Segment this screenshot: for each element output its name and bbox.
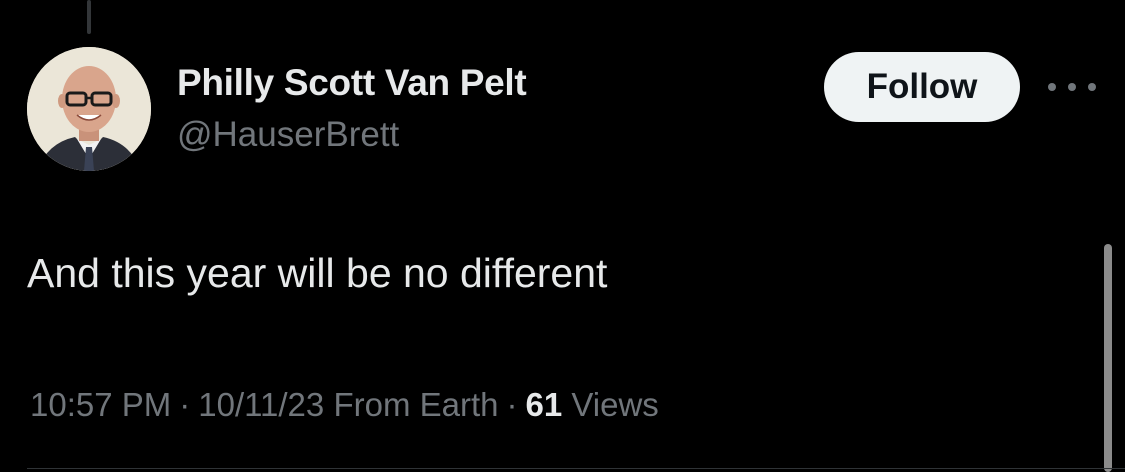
tweet-meta: 10:57 PM · 10/11/23 From Earth · 61 Views: [30, 386, 659, 424]
author-display-name[interactable]: Philly Scott Van Pelt: [177, 62, 527, 104]
scrollbar[interactable]: [1104, 244, 1112, 472]
more-horizontal-icon[interactable]: [1048, 70, 1096, 104]
more-dot: [1068, 83, 1076, 91]
more-dot: [1048, 83, 1056, 91]
meta-separator: ·: [506, 386, 518, 423]
tweet-date[interactable]: 10/11/23: [198, 386, 324, 423]
avatar[interactable]: [27, 47, 151, 171]
divider: [27, 468, 1125, 469]
meta-separator: ·: [179, 386, 191, 423]
follow-button[interactable]: Follow: [824, 52, 1020, 122]
author-handle[interactable]: @HauserBrett: [177, 115, 399, 155]
avatar-photo-icon: [27, 47, 151, 171]
views-count[interactable]: 61: [525, 386, 562, 423]
more-dot: [1088, 83, 1096, 91]
tweet-location: From Earth: [333, 386, 499, 423]
tweet-text: And this year will be no different: [27, 250, 608, 296]
thread-connector-line: [87, 0, 91, 34]
tweet-time[interactable]: 10:57 PM: [30, 386, 171, 423]
views-label[interactable]: Views: [571, 386, 658, 423]
